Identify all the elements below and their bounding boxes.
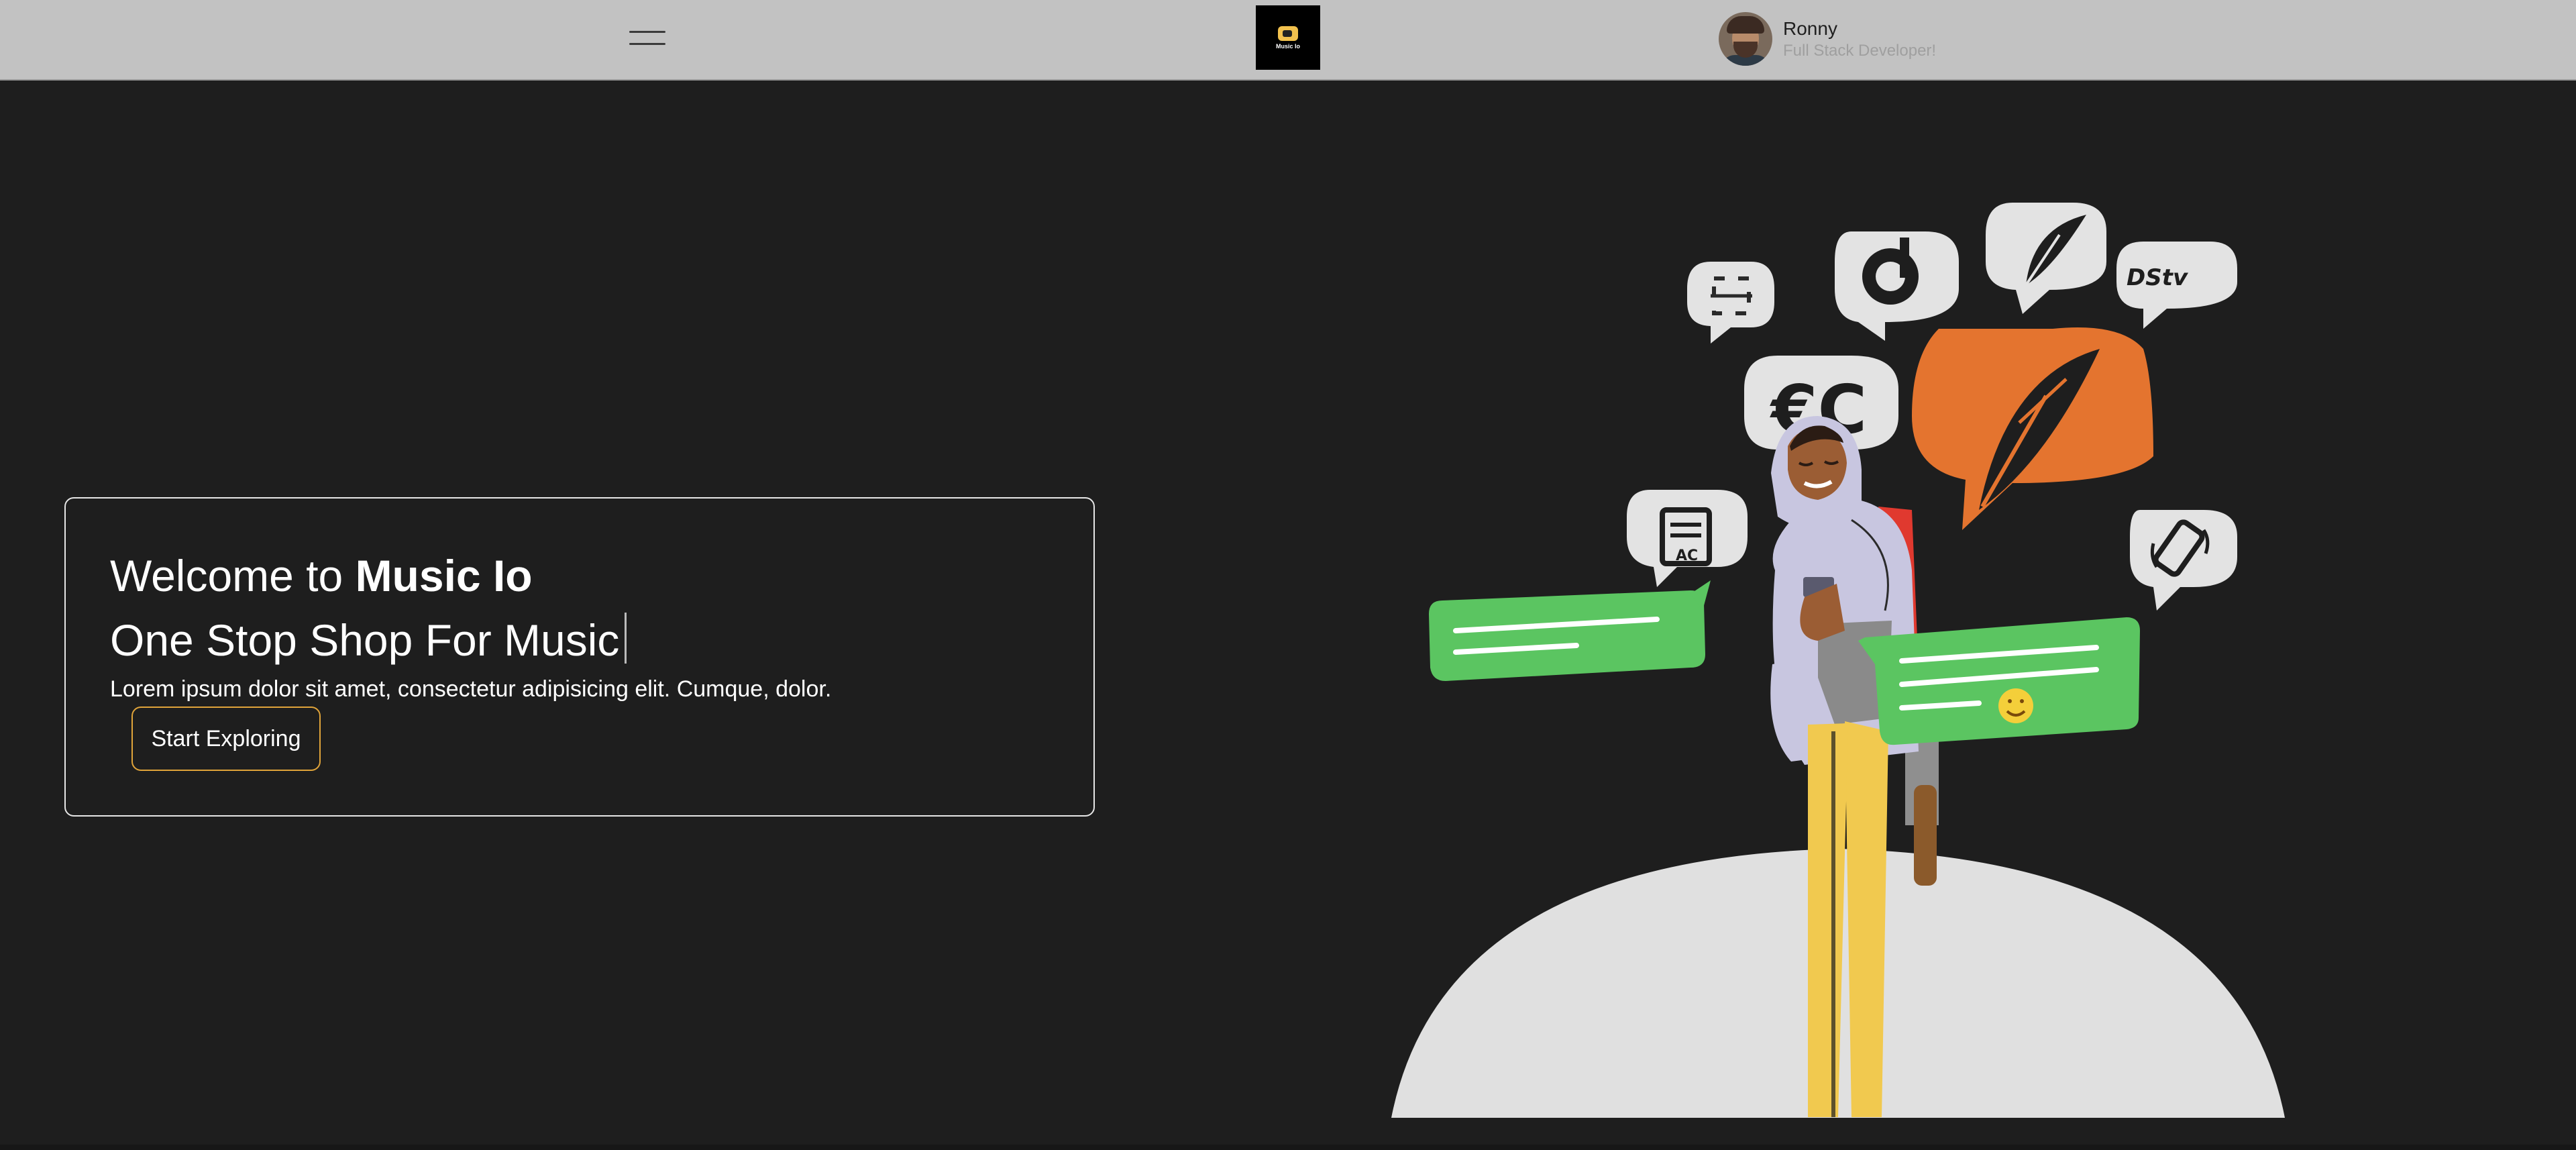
top-navbar: Music Io Ronny Full Stack Developer!: [0, 0, 2576, 81]
profile-role: Full Stack Developer!: [1783, 42, 1937, 60]
scan-icon: [1687, 262, 1774, 344]
user-profile[interactable]: Ronny Full Stack Developer!: [1719, 11, 1936, 67]
tiktok-icon: [1835, 231, 1959, 341]
document-icon: AC: [1627, 490, 1748, 587]
svg-text:AC: AC: [1676, 547, 1698, 564]
hamburger-menu-icon[interactable]: [629, 27, 665, 48]
tagline-text: One Stop Shop For Music: [110, 615, 620, 665]
typing-cursor: [625, 613, 627, 664]
menu-line: [629, 31, 665, 33]
quill-feather-icon: [1912, 327, 2153, 530]
hero-tagline: One Stop Shop For Music: [110, 610, 627, 670]
svg-text:DStv: DStv: [2127, 264, 2189, 291]
brand-name: Music Io: [355, 551, 533, 600]
bottom-strip: [0, 1145, 2576, 1150]
green-chat-bubble-left: [1429, 580, 1711, 681]
hero-card: Welcome to Music Io One Stop Shop For Mu…: [64, 497, 1095, 817]
quill-icon: [1986, 203, 2106, 314]
avatar: [1719, 12, 1772, 66]
dstv-icon: DStv: [2116, 242, 2237, 329]
logo-label: Music Io: [1275, 42, 1300, 50]
start-exploring-button[interactable]: Start Exploring: [131, 707, 321, 771]
profile-name: Ronny: [1783, 18, 1837, 39]
logo-mark: [1278, 25, 1298, 41]
hero-description: Lorem ipsum dolor sit amet, consectetur …: [110, 676, 832, 702]
welcome-prefix: Welcome to: [110, 551, 356, 600]
hero-illustration: DStv €C AC: [1391, 203, 2285, 1118]
phone-vibrate-icon: [2130, 510, 2237, 611]
smiley-emoji-icon: [1998, 688, 2033, 723]
music-chat-logo-icon[interactable]: Music Io: [1256, 5, 1320, 70]
menu-line: [629, 43, 665, 45]
hero-headline: Welcome to Music Io: [110, 545, 533, 606]
green-chat-bubble-right: [1858, 617, 2140, 745]
